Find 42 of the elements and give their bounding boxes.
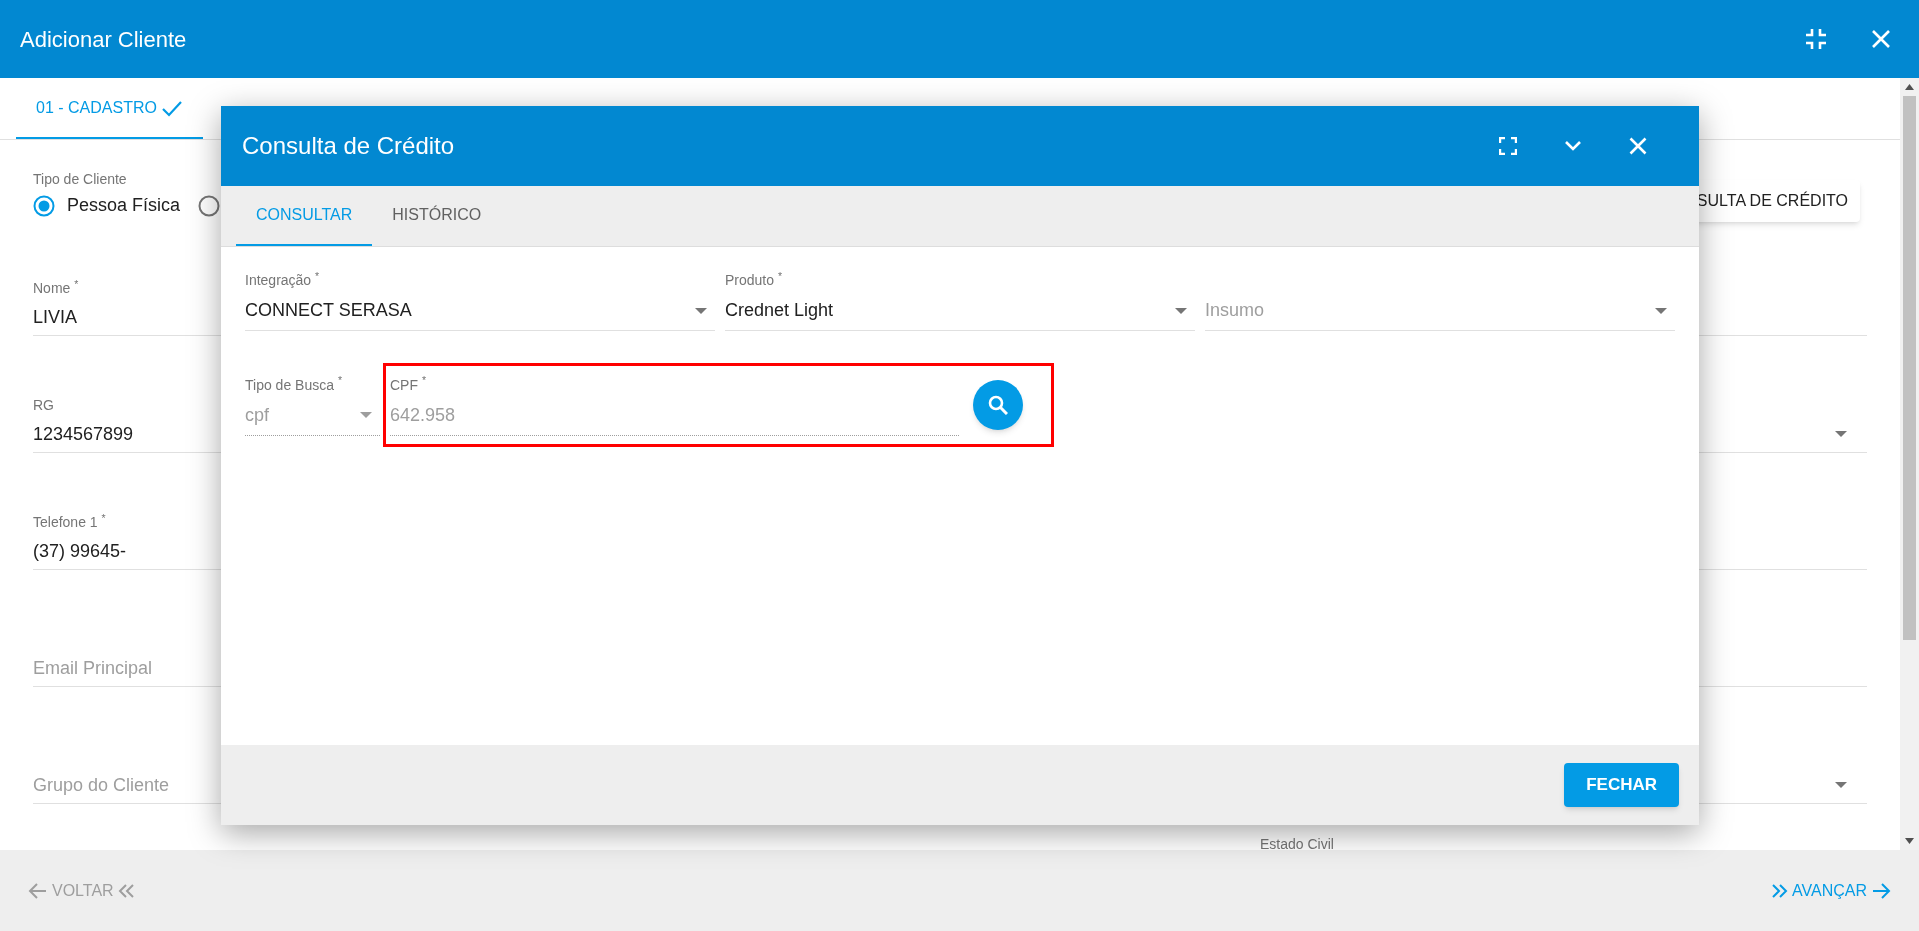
chevron-down-icon[interactable]: [1564, 140, 1582, 152]
dialog-tab[interactable]: HISTÓRICO: [372, 186, 502, 246]
fullscreen-icon[interactable]: [1499, 137, 1517, 155]
field-label: Produto $^{*}$: [725, 270, 783, 290]
arrow-left-icon: [28, 881, 48, 900]
back-button[interactable]: VOLTAR: [28, 878, 135, 903]
field-label: Estado Civil: [1260, 836, 1334, 850]
step-tab[interactable]: 01 - CADASTRO: [16, 78, 203, 139]
close-button[interactable]: FECHAR: [1564, 763, 1679, 807]
field-label: Telefone 1 $^{*}$: [33, 512, 106, 532]
double-chevron-left-icon: [117, 882, 135, 899]
caret-icon[interactable]: [1175, 307, 1187, 314]
select-field[interactable]: Crednet Light: [725, 297, 1195, 331]
scrollbar-thumb[interactable]: [1903, 96, 1916, 640]
caret-icon[interactable]: [1655, 307, 1667, 314]
field-label: RG: [33, 396, 54, 415]
select-field[interactable]: CONNECT SERASA: [245, 297, 715, 331]
field-label: CPF $^{*}$: [390, 374, 426, 395]
field-label: Integração $^{*}$: [245, 270, 320, 290]
radio-button[interactable]: [33, 194, 55, 217]
field-label: Tipo de Cliente: [33, 170, 128, 188]
caret-icon[interactable]: [1835, 431, 1847, 437]
window-title: Adicionar Cliente: [20, 25, 187, 54]
radio-label[interactable]: Pessoa Física: [67, 192, 181, 219]
close-icon[interactable]: [1871, 29, 1891, 49]
dialog-tab[interactable]: CONSULTAR: [236, 186, 373, 246]
scroll-down-icon[interactable]: [1905, 838, 1914, 844]
select-field[interactable]: Insumo: [1205, 297, 1675, 331]
scrollbar[interactable]: [1900, 78, 1919, 850]
scroll-up-icon[interactable]: [1905, 84, 1914, 90]
caret-icon[interactable]: [695, 307, 707, 314]
field-label: Nome $^{*}$: [33, 278, 79, 298]
dialog-title: Consulta de Crédito: [242, 131, 455, 161]
next-button[interactable]: AVANÇAR: [1771, 878, 1891, 903]
double-chevron-right-icon: [1771, 882, 1788, 899]
caret-icon[interactable]: [1835, 782, 1847, 788]
radio-button[interactable]: [198, 194, 221, 217]
search-icon: [988, 395, 1008, 415]
collapse-icon[interactable]: [1805, 28, 1827, 50]
arrow-right-icon: [1871, 881, 1891, 900]
field-label: Tipo de Busca $^{*}$: [245, 374, 342, 395]
close-icon[interactable]: [1629, 137, 1647, 155]
